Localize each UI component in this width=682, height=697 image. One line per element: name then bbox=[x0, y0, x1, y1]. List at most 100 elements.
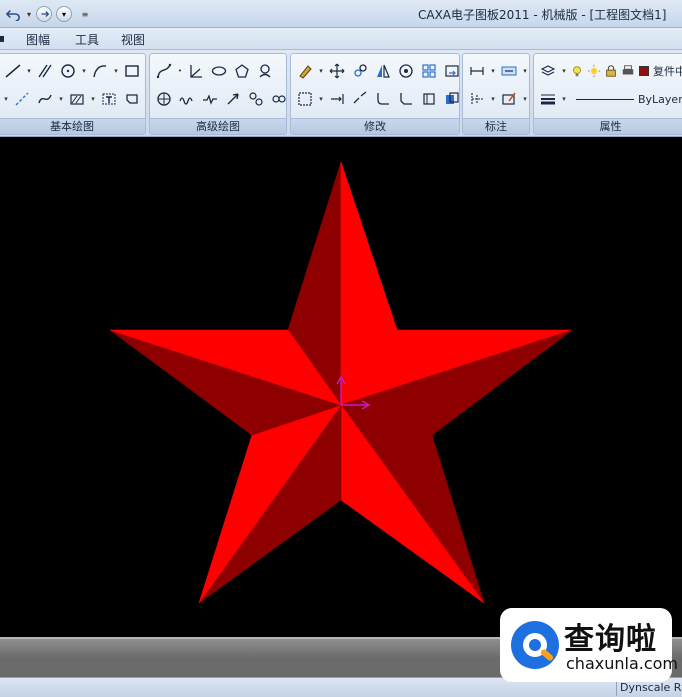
menu-item-frame[interactable]: 图幅 bbox=[26, 31, 50, 48]
menu-item-view[interactable]: 视图 bbox=[121, 31, 145, 48]
layer-lock-toggle[interactable] bbox=[604, 61, 618, 81]
text-note-dropdown[interactable]: ▾ bbox=[522, 67, 528, 75]
menu-item-edit-partial[interactable]: ▪ bbox=[0, 31, 4, 45]
block-tool-button[interactable] bbox=[122, 89, 142, 109]
move-tool-button[interactable] bbox=[327, 61, 347, 81]
delete-dropdown[interactable]: ▾ bbox=[318, 67, 324, 75]
multi-line-button[interactable] bbox=[269, 89, 289, 109]
break-icon bbox=[353, 91, 367, 104]
drawing-canvas[interactable] bbox=[0, 137, 682, 637]
arrow-tool-button[interactable] bbox=[223, 89, 243, 109]
line-dropdown[interactable]: ▾ bbox=[26, 67, 32, 75]
center-hole-icon bbox=[249, 92, 263, 106]
status-separator bbox=[616, 680, 617, 696]
trim-icon bbox=[298, 92, 312, 106]
printer-icon bbox=[622, 65, 634, 75]
dimension-dropdown[interactable]: ▾ bbox=[490, 67, 496, 75]
wave-tool-button[interactable] bbox=[177, 89, 197, 109]
redo-button[interactable] bbox=[36, 6, 52, 22]
dimension-icon bbox=[470, 67, 484, 75]
trim-tool-button[interactable] bbox=[295, 89, 315, 109]
dim-edit-dropdown[interactable]: ▾ bbox=[522, 95, 528, 103]
linetype-value: ByLayer bbox=[638, 92, 682, 106]
layer-color-swatch[interactable] bbox=[638, 61, 650, 81]
stretch-tool-button[interactable] bbox=[442, 61, 462, 81]
color-swatch-icon bbox=[639, 66, 649, 76]
group-label-basic-draw: 基本绘图 bbox=[0, 118, 145, 134]
menu-item-tools[interactable]: 工具 bbox=[75, 31, 99, 48]
spline-tool-button[interactable] bbox=[35, 89, 55, 109]
ribbon-group-properties: ▾ 复件中 ▾ ▾ ByLayer ▾ 属性 bbox=[533, 53, 682, 135]
point-dropdown[interactable]: • bbox=[177, 67, 183, 75]
pipe-tool-button[interactable] bbox=[255, 61, 275, 81]
rectangle-tool-button[interactable] bbox=[122, 61, 142, 81]
line-tool-button[interactable] bbox=[3, 61, 23, 81]
row2-dropdown-a[interactable]: ▾ bbox=[3, 95, 9, 103]
chamfer-tool-button[interactable] bbox=[396, 89, 416, 109]
arc-dropdown[interactable]: ▾ bbox=[113, 67, 119, 75]
circle-icon bbox=[61, 64, 75, 78]
layer-visibility-toggle[interactable] bbox=[570, 61, 584, 81]
linetype-selector[interactable]: ByLayer ▾ bbox=[576, 93, 682, 106]
layer-manager-button[interactable] bbox=[538, 61, 558, 81]
circle-dropdown[interactable]: ▾ bbox=[81, 67, 87, 75]
centerline-tool-button[interactable] bbox=[12, 89, 32, 109]
dynscale-status[interactable]: Dynscale Rt bbox=[620, 681, 682, 694]
lineweight-button[interactable] bbox=[538, 89, 558, 109]
delete-tool-button[interactable] bbox=[295, 61, 315, 81]
layer-freeze-toggle[interactable] bbox=[587, 61, 601, 81]
dim-edit-button[interactable] bbox=[499, 89, 519, 109]
customize-qa-dropdown[interactable]: ≡ bbox=[80, 5, 90, 23]
layer-dropdown[interactable]: ▾ bbox=[561, 67, 567, 75]
title-bar: ▾ ▾ ≡ CAXA电子图板2011 - 机械版 - [工程图文档1] bbox=[0, 0, 682, 28]
lock-icon bbox=[606, 65, 616, 77]
break-tool-button[interactable] bbox=[350, 89, 370, 109]
layer-print-toggle[interactable] bbox=[621, 61, 635, 81]
circle-tool-button[interactable] bbox=[58, 61, 78, 81]
hatch-dropdown[interactable]: ▾ bbox=[90, 95, 96, 103]
break-line-button[interactable] bbox=[200, 89, 220, 109]
dimension-tool-button[interactable] bbox=[467, 61, 487, 81]
hatch-tool-button[interactable] bbox=[67, 89, 87, 109]
polygon-tool-button[interactable] bbox=[232, 61, 252, 81]
angle-line-icon bbox=[190, 65, 202, 78]
curve-tool-button[interactable] bbox=[154, 61, 174, 81]
lineweight-dropdown[interactable]: ▾ bbox=[561, 95, 567, 103]
coordinate-dim-button[interactable] bbox=[467, 89, 487, 109]
explode-tool-button[interactable] bbox=[419, 89, 439, 109]
undo-button[interactable] bbox=[4, 5, 22, 23]
group-label-properties: 属性 bbox=[534, 118, 682, 134]
undo-icon bbox=[6, 9, 20, 21]
ribbon-group-basic-draw: ▾ ▾ ▾ ▾ ▾ ▾ 基本绘图 bbox=[0, 53, 161, 135]
contour-tool-button[interactable] bbox=[154, 89, 174, 109]
curve-icon bbox=[156, 63, 172, 79]
window-title: CAXA电子图板2011 - 机械版 - [工程图文档1] bbox=[418, 8, 667, 22]
ellipse-tool-button[interactable] bbox=[209, 61, 229, 81]
coordinate-dim-dropdown[interactable]: ▾ bbox=[490, 95, 496, 103]
undo-dropdown[interactable]: ▾ bbox=[24, 5, 34, 23]
watermark-en-text: chaxunla.com bbox=[566, 654, 678, 673]
angle-line-button[interactable] bbox=[186, 61, 206, 81]
fillet-tool-button[interactable] bbox=[373, 89, 393, 109]
parallel-line-button[interactable] bbox=[35, 61, 55, 81]
move-icon bbox=[329, 63, 345, 79]
rotate-tool-button[interactable] bbox=[350, 61, 370, 81]
arc-tool-button[interactable] bbox=[90, 61, 110, 81]
group-label-modify: 修改 bbox=[291, 118, 459, 134]
coordinate-dim-icon bbox=[471, 93, 483, 105]
center-hole-button[interactable] bbox=[246, 89, 266, 109]
chevron-down-icon: ▾ bbox=[61, 9, 66, 19]
trim-dropdown[interactable]: ▾ bbox=[318, 95, 324, 103]
layer-name-value: 复件中 bbox=[653, 65, 682, 78]
text-tool-button[interactable] bbox=[99, 89, 119, 109]
line-icon bbox=[5, 64, 21, 78]
scale-tool-button[interactable] bbox=[396, 61, 416, 81]
extend-tool-button[interactable] bbox=[327, 89, 347, 109]
text-note-button[interactable] bbox=[499, 61, 519, 81]
mirror-tool-button[interactable] bbox=[373, 61, 393, 81]
offset-tool-button[interactable] bbox=[442, 89, 462, 109]
spline-dropdown[interactable]: ▾ bbox=[58, 95, 64, 103]
history-button[interactable]: ▾ bbox=[56, 6, 72, 22]
redo-icon bbox=[41, 11, 49, 17]
array-tool-button[interactable] bbox=[419, 61, 439, 81]
